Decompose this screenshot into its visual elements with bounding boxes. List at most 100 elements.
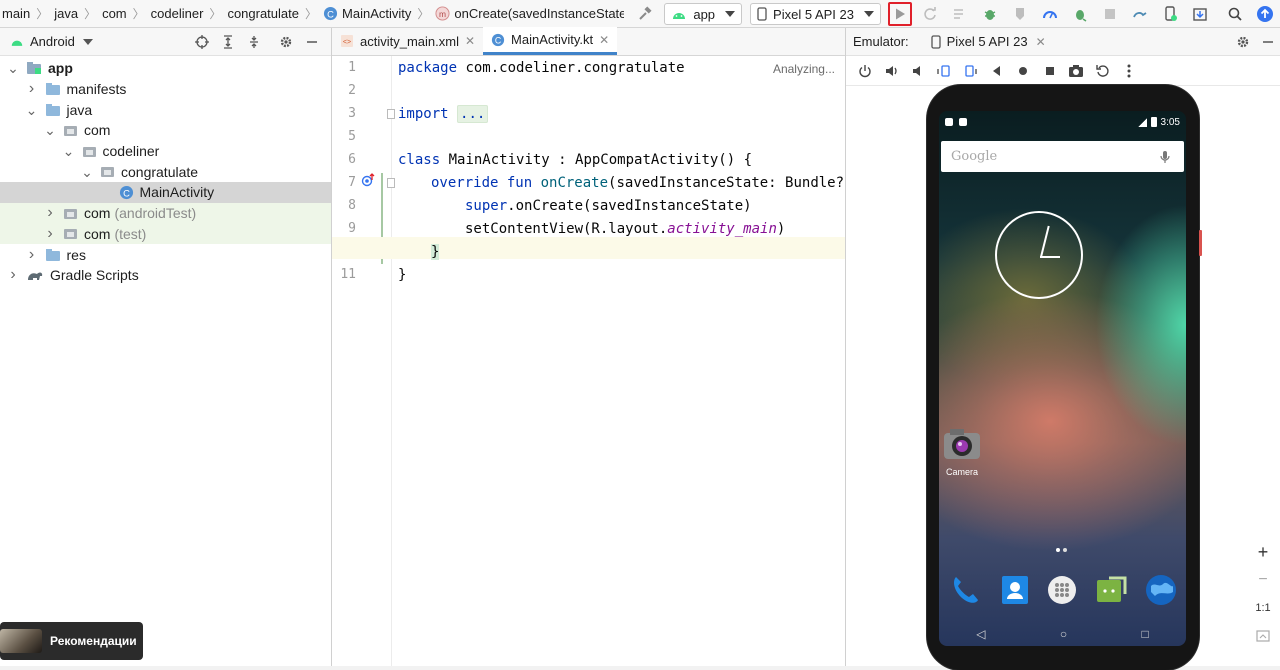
tree-item-com[interactable]: › com (androidTest) — [0, 202, 331, 224]
project-view-select[interactable]: Android — [30, 34, 75, 49]
fold-marker[interactable] — [387, 178, 395, 188]
expand-all-icon[interactable] — [217, 31, 239, 53]
chevron-right-icon[interactable]: › — [25, 80, 39, 97]
run-config-select[interactable]: app — [664, 3, 743, 25]
tree-item-java[interactable]: ⌄ java — [0, 99, 331, 120]
tab-emulator-device[interactable]: Pixel 5 API 23 — [947, 34, 1028, 49]
chevron-right-icon[interactable]: › — [43, 225, 57, 242]
snapshot-restore-icon[interactable] — [1092, 60, 1114, 82]
gradle-sync-icon[interactable] — [1128, 2, 1152, 26]
phone-app-icon[interactable] — [948, 573, 982, 607]
android-icon — [10, 36, 24, 47]
volume-down-icon[interactable] — [907, 60, 929, 82]
stop-icon[interactable] — [1098, 2, 1122, 26]
tree-item-mainactivity[interactable]: C MainActivity — [0, 182, 331, 203]
svg-text:C: C — [495, 35, 501, 45]
editor-tabs: <> activity_main.xml ✕ C MainActivity.kt… — [332, 27, 845, 56]
home-icon[interactable] — [1012, 60, 1034, 82]
app-drawer-icon[interactable] — [1047, 575, 1077, 605]
apply-code-changes-icon[interactable] — [948, 2, 972, 26]
volume-up-icon[interactable] — [881, 60, 903, 82]
line-number-gutter: 1 2 3 5 6 7 8 9 10 11 — [332, 56, 395, 666]
run-button[interactable] — [888, 2, 912, 26]
tab-activity-main-xml[interactable]: <> activity_main.xml ✕ — [332, 27, 483, 55]
contacts-app-icon[interactable] — [1000, 574, 1030, 606]
sdk-manager-icon[interactable] — [1188, 2, 1212, 26]
debug-icon[interactable] — [978, 2, 1002, 26]
chevron-down-icon[interactable]: ⌄ — [62, 144, 76, 158]
camera-snapshot-icon[interactable] — [1065, 60, 1087, 82]
code-area[interactable]: package com.codeliner.congratulate impor… — [332, 56, 869, 666]
analog-clock-widget[interactable] — [995, 211, 1083, 299]
clock-hour-hand — [1040, 225, 1050, 258]
tree-item-congratulate[interactable]: ⌄ congratulate — [0, 161, 331, 182]
minimize-icon[interactable] — [1262, 36, 1274, 48]
override-gutter-icon[interactable] — [361, 173, 375, 187]
device-screen[interactable]: 3:05 Google Camera ◁ ○ □ — [939, 111, 1186, 646]
minimize-icon[interactable] — [301, 31, 323, 53]
tree-item-res[interactable]: › res — [0, 244, 331, 265]
rotate-right-icon[interactable] — [960, 60, 982, 82]
fold-marker[interactable] — [387, 109, 395, 119]
zoom-out-button[interactable]: − — [1258, 566, 1267, 594]
search-icon[interactable] — [1223, 2, 1247, 26]
overview-icon[interactable] — [1039, 60, 1061, 82]
breadcrumb-item-codeliner[interactable]: codeliner — [151, 6, 204, 21]
coverage-icon[interactable] — [1008, 2, 1032, 26]
home-nav-icon[interactable]: ○ — [1060, 627, 1067, 641]
camera-app-shortcut[interactable]: Camera — [939, 427, 985, 477]
tree-item-com[interactable]: ⌄ com — [0, 120, 331, 141]
zoom-in-button[interactable]: + — [1258, 538, 1269, 566]
chevron-right-icon[interactable]: › — [6, 266, 20, 283]
chevron-down-icon — [864, 11, 874, 17]
locate-icon[interactable] — [191, 31, 213, 53]
breadcrumb-item-mainactivity[interactable]: MainActivity — [342, 6, 411, 21]
hammer-icon[interactable] — [633, 2, 657, 26]
power-icon[interactable] — [854, 60, 876, 82]
tree-item-gradle-scripts[interactable]: › Gradle Scripts — [0, 265, 331, 286]
tree-item-app[interactable]: ⌄ app — [0, 58, 331, 79]
collapse-all-icon[interactable] — [243, 31, 265, 53]
close-icon[interactable]: ✕ — [1036, 35, 1046, 49]
more-icon[interactable] — [1118, 60, 1140, 82]
zoom-actual-size-button[interactable]: 1:1 — [1255, 594, 1270, 622]
chevron-down-icon[interactable]: ⌄ — [80, 165, 94, 179]
chevron-right-icon[interactable]: › — [25, 246, 39, 263]
gear-icon[interactable] — [275, 31, 297, 53]
microphone-icon[interactable] — [1160, 150, 1170, 164]
device-manager-icon[interactable] — [1158, 2, 1182, 26]
chevron-right-icon: 〉 — [132, 7, 145, 21]
tab-mainactivity-kt[interactable]: C MainActivity.kt ✕ — [483, 27, 618, 55]
rotate-left-icon[interactable] — [933, 60, 955, 82]
close-icon[interactable]: ✕ — [599, 33, 609, 47]
breadcrumb-item-main[interactable]: main — [2, 6, 30, 21]
breadcrumb-item-com[interactable]: com — [102, 6, 127, 21]
folder-icon — [45, 82, 61, 96]
recommendations-popup[interactable]: Рекомендации — [0, 622, 143, 660]
apply-changes-restart-icon[interactable] — [918, 2, 942, 26]
browser-app-icon[interactable] — [1145, 574, 1177, 606]
gear-icon[interactable] — [1236, 35, 1250, 49]
chevron-down-icon[interactable]: ⌄ — [25, 103, 39, 117]
update-icon[interactable] — [1253, 2, 1277, 26]
messaging-app-icon[interactable] — [1095, 574, 1127, 606]
fit-screen-icon[interactable] — [1256, 622, 1270, 650]
device-select[interactable]: Pixel 5 API 23 — [750, 3, 881, 25]
close-icon[interactable]: ✕ — [465, 34, 475, 48]
tree-item-com[interactable]: › com (test) — [0, 223, 331, 245]
tree-item-codeliner[interactable]: ⌄ codeliner — [0, 141, 331, 162]
google-search-bar[interactable]: Google — [941, 141, 1184, 172]
breadcrumb-item-congratulate[interactable]: congratulate — [227, 6, 299, 21]
breadcrumb-item-java[interactable]: java — [54, 6, 78, 21]
back-icon[interactable] — [986, 60, 1008, 82]
chevron-right-icon[interactable]: › — [43, 204, 57, 221]
chevron-down-icon[interactable]: ⌄ — [43, 123, 57, 137]
attach-debugger-icon[interactable] — [1068, 2, 1092, 26]
folded-imports[interactable]: ... — [457, 105, 489, 123]
recents-nav-icon[interactable]: □ — [1142, 627, 1149, 641]
back-nav-icon[interactable]: ◁ — [976, 627, 985, 641]
chevron-down-icon[interactable]: ⌄ — [6, 61, 20, 75]
tree-item-manifests[interactable]: › manifests — [0, 79, 331, 100]
chevron-down-icon[interactable] — [82, 38, 93, 45]
profiler-icon[interactable] — [1038, 2, 1062, 26]
